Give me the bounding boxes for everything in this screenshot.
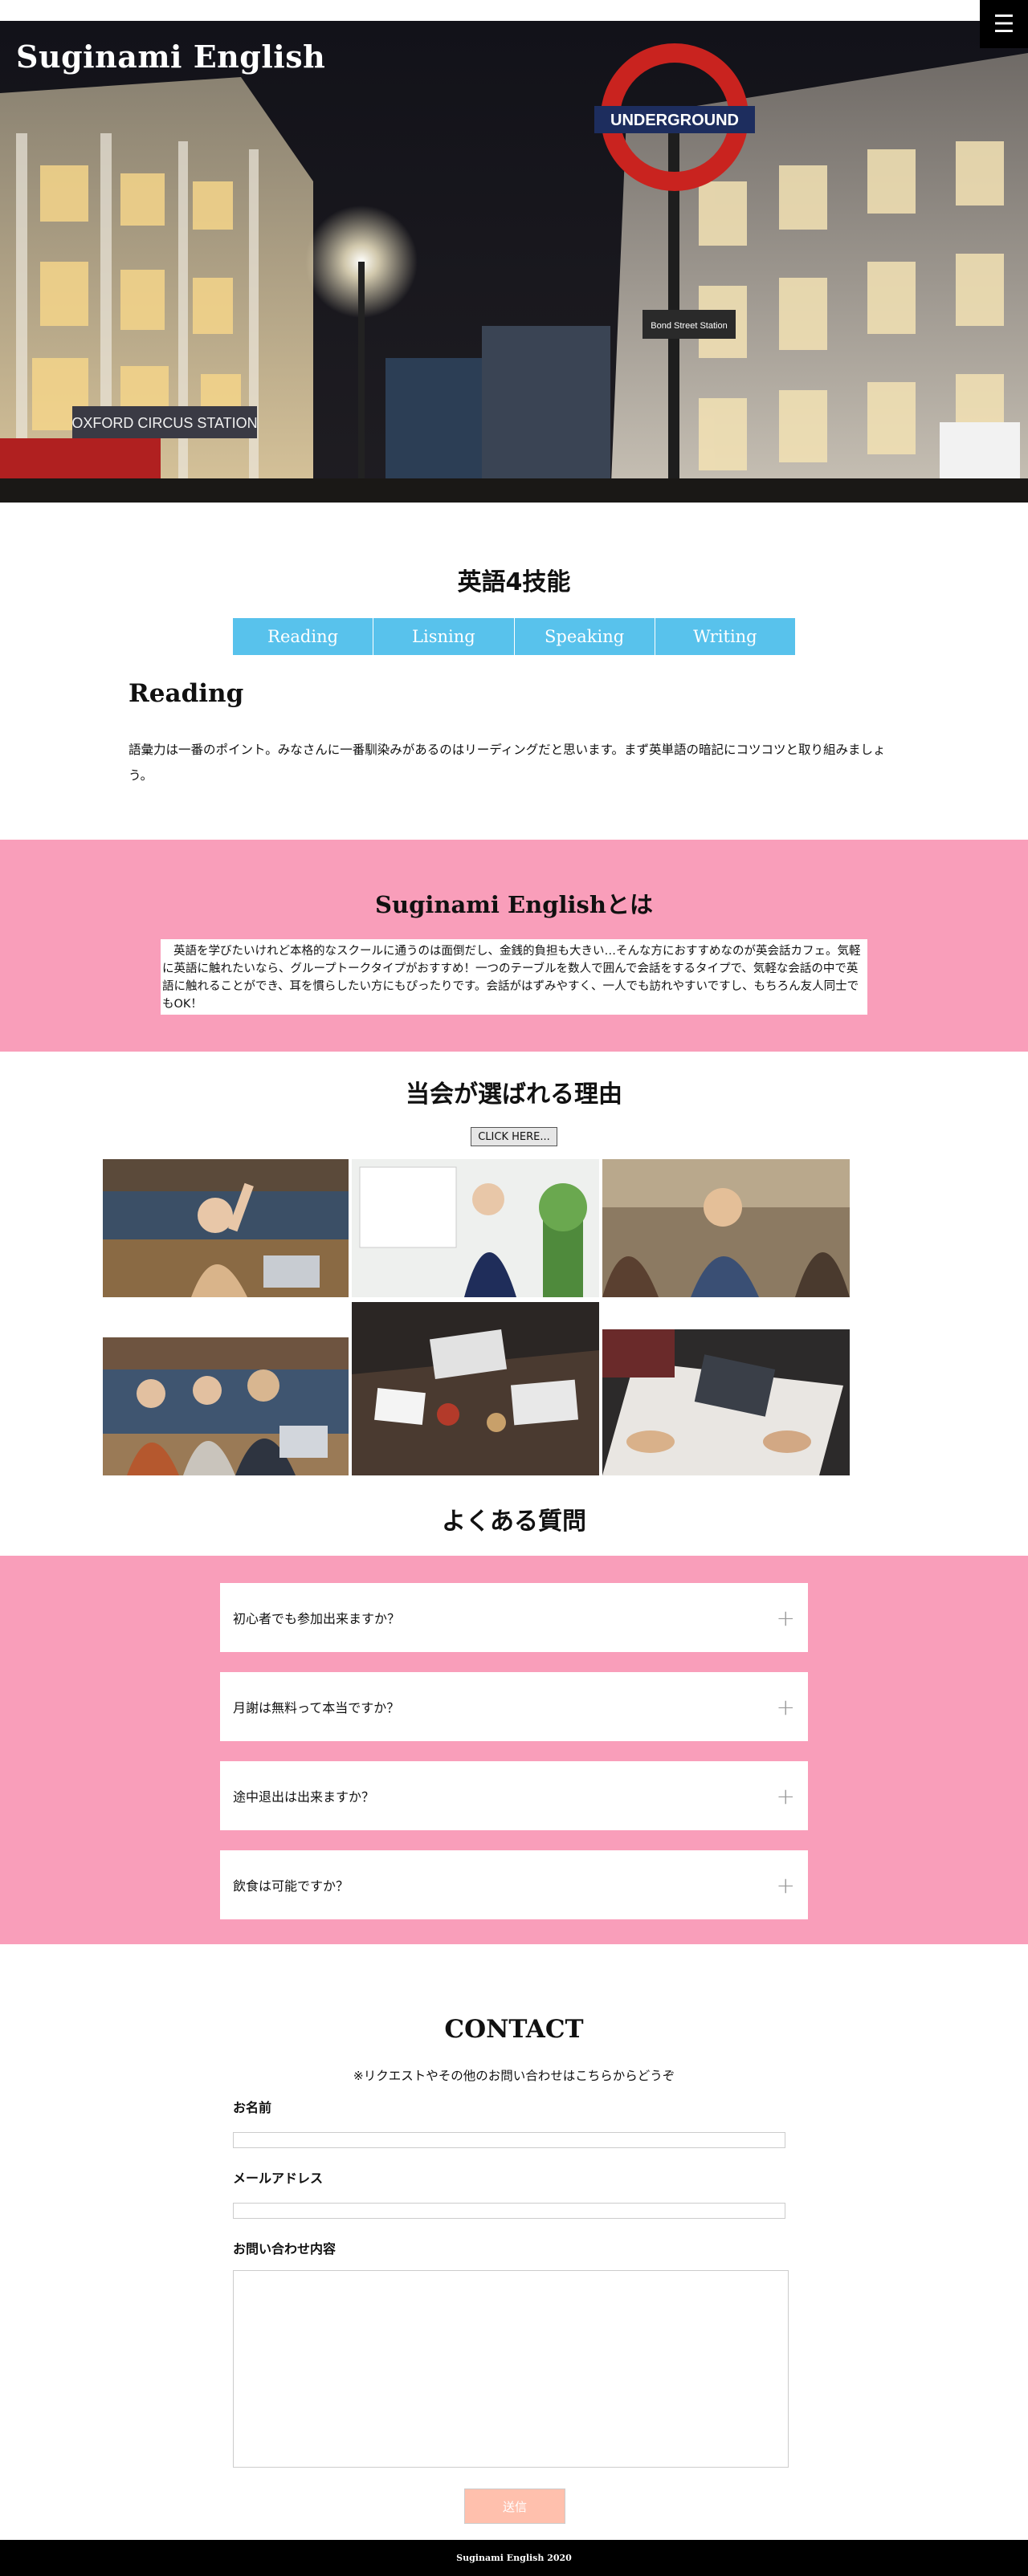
station-sign-text: OXFORD CIRCUS STATION [71, 415, 257, 431]
photo-smiling-man [602, 1159, 850, 1297]
tab-reading[interactable]: Reading [233, 618, 374, 655]
tab-speaking[interactable]: Speaking [514, 618, 655, 655]
plus-icon[interactable]: + [777, 1872, 795, 1898]
photo-group-laptop [103, 1337, 349, 1475]
faq-item[interactable]: 月謝は無料って本当ですか？ + [220, 1672, 808, 1741]
message-label: お問い合わせ内容 [233, 2241, 337, 2257]
faq-title: よくある質問 [442, 1508, 586, 1536]
tab-content-text: 語彙力は一番のポイント。みなさんに一番馴染みがあるのはリーディングだと思います。… [128, 743, 886, 783]
faq-question: 月謝は無料って本当ですか？ [233, 1700, 400, 1715]
underground-sign-text: UNDERGROUND [610, 112, 739, 129]
plus-icon[interactable]: + [777, 1605, 795, 1631]
plus-icon[interactable]: + [777, 1783, 795, 1809]
photo-raised-hand [103, 1159, 349, 1297]
name-label: お名前 [233, 2100, 272, 2115]
email-input[interactable] [233, 2203, 785, 2219]
bond-street-sign-text: Bond Street Station [651, 321, 727, 331]
hero-image: OXFORD CIRCUS STATION UNDERGROUND Bond S… [0, 21, 1028, 503]
click-here-button[interactable]: CLICK HERE... [471, 1127, 557, 1146]
hamburger-icon[interactable]: ☰ [980, 0, 1028, 48]
tab-writing[interactable]: Writing [655, 618, 795, 655]
faq-question: 初心者でも参加出来ますか？ [233, 1611, 401, 1626]
about-title: Suginami Englishとは [375, 891, 653, 918]
faq-question: 途中退出は出来ますか？ [233, 1789, 375, 1805]
faq-item[interactable]: 途中退出は出来ますか？ + [220, 1761, 808, 1830]
about-text: 英語を学びたいけれど本格的なスクールに通うのは面倒だし、金銭的負担も大きい…そん… [161, 939, 867, 1015]
skills-tabs: Reading Lisning Speaking Writing [233, 618, 795, 655]
contact-title: CONTACT [444, 2015, 584, 2044]
photo-table-drinks [352, 1302, 599, 1475]
name-input[interactable] [233, 2132, 785, 2148]
faq-item[interactable]: 飲食は可能ですか？ + [220, 1850, 808, 1919]
contact-note: ※リクエストやその他のお問い合わせはこちらからどうぞ [353, 2069, 675, 2083]
reasons-title: 当会が選ばれる理由 [406, 1080, 622, 1109]
tab-listening[interactable]: Lisning [373, 618, 515, 655]
submit-button[interactable]: 送信 [464, 2489, 565, 2524]
email-label: メールアドレス [233, 2171, 324, 2186]
faq-question: 飲食は可能ですか？ [233, 1878, 349, 1894]
plus-icon[interactable]: + [777, 1694, 795, 1720]
message-textarea[interactable] [233, 2270, 789, 2468]
footer-copyright: Suginami English 2020 [0, 2540, 1028, 2576]
site-title[interactable]: Suginami English [16, 39, 325, 75]
hero-photo-london-street: OXFORD CIRCUS STATION UNDERGROUND Bond S… [0, 21, 1028, 503]
photo-presenter-whiteboard [352, 1159, 599, 1297]
photo-hands-laptop [602, 1329, 850, 1475]
tab-content-heading: Reading [128, 679, 244, 708]
skills-title: 英語4技能 [457, 568, 571, 596]
faq-item[interactable]: 初心者でも参加出来ますか？ + [220, 1583, 808, 1652]
